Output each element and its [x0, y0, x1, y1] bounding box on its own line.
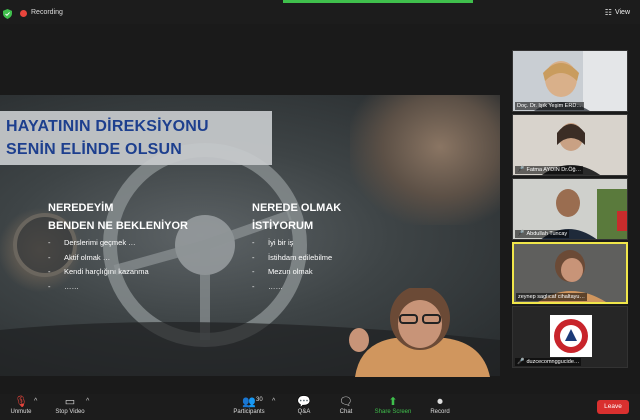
participant-name-label: Doç. Dr. Işık Yeşim ERD… — [515, 102, 584, 110]
record-label: Record — [430, 409, 450, 415]
meeting-toolbar: 🎙 Unmute ^ ▭ Stop Video ^ 👥 30 Participa… — [0, 394, 640, 420]
qa-icon: 💬 — [297, 396, 311, 408]
mic-muted-icon: 🎤 — [517, 231, 525, 237]
unmute-label: Unmute — [10, 409, 32, 415]
slide-title-box: HAYATININ DİREKSİYONU SENİN ELİNDE OLSUN — [0, 111, 272, 165]
participant-tile[interactable]: Doç. Dr. Işık Yeşim ERD… — [512, 50, 628, 112]
unmute-button[interactable]: 🎙 Unmute — [6, 396, 36, 415]
right-column-heading: NEREDE OLMAK İSTİYORUM — [252, 199, 341, 235]
list-item: - Mezun olmak — [252, 267, 313, 276]
list-item: - İstihdam edilebilme — [252, 252, 333, 262]
mic-muted-icon: 🎤 — [517, 167, 525, 173]
speaker-video-overlay — [349, 288, 490, 377]
qa-label: Q&A — [297, 409, 311, 415]
list-item: -…… — [48, 281, 79, 291]
shared-screen-area: HAYATININ DİREKSİYONU SENİN ELİNDE OLSUN… — [0, 24, 508, 394]
right-heading-line-1: NEREDE OLMAK — [252, 202, 342, 214]
stop-video-label: Stop Video — [55, 409, 85, 415]
mic-muted-icon: 🎤 — [517, 359, 525, 365]
participant-tile[interactable]: 🎤 Fatma AYDIN Dr.Öğ… — [512, 114, 628, 176]
recording-label: Recording — [31, 9, 63, 16]
list-item: - Aktif olmak … — [48, 252, 111, 262]
right-heading-line-2: İSTİYORUM — [252, 220, 314, 232]
view-label: View — [614, 9, 630, 16]
participant-name-label: zeynep saglıcaf cihaltayu… — [516, 293, 587, 301]
participant-tile[interactable]: 🎤 Abdullah Tuncay — [512, 178, 628, 240]
recording-icon — [20, 10, 27, 17]
left-heading-line-1: NEREDEYİM — [48, 202, 114, 214]
left-heading-line-2: BENDEN NE BEKLENİYOR — [48, 220, 188, 232]
list-item: - Kendi harçlığını kazanma — [48, 267, 149, 276]
left-column-heading: NEREDEYİM BENDEN NE BEKLENİYOR — [48, 199, 188, 235]
leave-button[interactable]: Leave — [597, 400, 629, 414]
participant-name-label: 🎤 Abdullah Tuncay — [515, 230, 570, 238]
participants-label: Participants — [233, 409, 265, 415]
list-item: -…… — [252, 281, 283, 291]
view-button[interactable]: ☷ View — [605, 8, 630, 17]
video-options-caret-icon[interactable]: ^ — [86, 398, 89, 405]
participant-tile[interactable]: 🎤 duzcecomnggucide… — [512, 306, 628, 368]
stop-video-button[interactable]: ▭ Stop Video — [50, 396, 90, 415]
participant-name-label: 🎤 Fatma AYDIN Dr.Öğ… — [515, 166, 584, 174]
grid-icon: ☷ — [604, 8, 612, 17]
record-icon: ⏺ — [437, 396, 443, 408]
participant-name-label: 🎤 duzcecomnggucide… — [515, 358, 582, 366]
chat-icon: 🗨 — [339, 396, 353, 408]
list-item: - Derslerimi geçmek … — [48, 238, 136, 247]
right-column-list: - İyi bir iş - İstihdam edilebilme - Mezun … — [252, 238, 332, 296]
chat-button[interactable]: 🗨 Chat — [334, 396, 358, 415]
participant-tile-active-speaker[interactable]: zeynep saglıcaf cihaltayu… — [512, 242, 628, 304]
participants-button[interactable]: 👥 30 Participants — [230, 396, 268, 415]
list-item: - İyi bir iş — [252, 238, 294, 247]
participants-options-caret-icon[interactable]: ^ — [272, 398, 275, 405]
screen-share-indicator — [283, 0, 473, 3]
left-column-list: - Derslerimi geçmek … - Aktif olmak … - Ken… — [48, 238, 149, 296]
share-screen-label: Share Screen — [374, 409, 412, 415]
video-camera-icon: ▭ — [64, 396, 76, 408]
participants-count: 30 — [256, 397, 263, 403]
record-button[interactable]: ⏺ Record — [426, 396, 454, 415]
qa-button[interactable]: 💬 Q&A — [292, 396, 316, 415]
chat-label: Chat — [339, 409, 353, 415]
meeting-top-bar: Recording ☷ View — [0, 0, 640, 24]
shield-icon[interactable] — [3, 9, 12, 19]
microphone-muted-icon: 🎙 — [14, 396, 28, 408]
audio-options-caret-icon[interactable]: ^ — [34, 398, 37, 405]
share-screen-button[interactable]: ⬆ Share Screen — [372, 396, 414, 415]
slide-title-line-1: HAYATININ DİREKSİYONU — [6, 118, 209, 135]
slide-title-line-2: SENİN ELİNDE OLSUN — [6, 141, 183, 158]
share-screen-icon: ⬆ — [388, 396, 398, 408]
